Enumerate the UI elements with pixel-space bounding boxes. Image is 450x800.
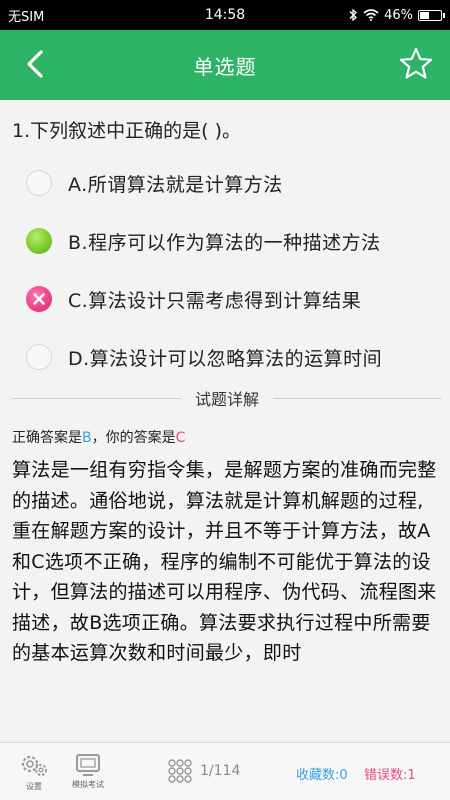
exam-icon [76, 754, 100, 776]
explanation-heading: 试题详解 [195, 390, 260, 409]
exam-button[interactable]: 模拟考试 [64, 753, 112, 790]
your-answer-value: C [175, 430, 186, 446]
wrong-answer-icon [26, 286, 52, 312]
bottom-toolbar: 设置 模拟考试 1/114 收藏数:0 错误数:1 [0, 742, 450, 800]
option-label: D.算法设计可以忽略算法的运算时间 [68, 347, 383, 370]
correct-answer-prefix: 正确答案是 [12, 430, 82, 446]
answer-summary: 正确答案是B，你的答案是C [12, 427, 185, 447]
option-label: C.算法设计只需考虑得到计算结果 [68, 289, 362, 312]
radio-unselected-icon [26, 170, 52, 196]
errors-count[interactable]: 错误数:1 [364, 764, 416, 783]
settings-button[interactable]: 设置 [16, 753, 52, 792]
option-label: A.所谓算法就是计算方法 [68, 173, 283, 196]
your-answer-prefix: 你的答案是 [105, 430, 176, 446]
explanation-text: 算法是一组有穷指令集，是解题方案的准确而完整的描述。通俗地说，算法就是计算机解题… [12, 459, 437, 664]
option-a[interactable]: A.所谓算法就是计算方法 [26, 163, 446, 203]
favorites-count[interactable]: 收藏数:0 [296, 764, 348, 783]
battery-icon [418, 9, 445, 21]
star-outline-icon[interactable] [398, 46, 434, 82]
explanation-divider: 试题详解 [12, 386, 443, 410]
grid-icon [168, 759, 192, 783]
clock: 14:58 [204, 7, 246, 23]
battery-percent: 46% [384, 7, 413, 23]
carrier-label: 无SIM [8, 9, 45, 25]
question-navigator[interactable]: 1/114 [168, 759, 240, 783]
wifi-icon [363, 9, 379, 21]
app-header: 单选题 [0, 30, 450, 100]
page-title: 单选题 [193, 54, 257, 79]
bluetooth-icon [349, 8, 358, 22]
option-c[interactable]: C.算法设计只需考虑得到计算结果 [26, 279, 446, 319]
gear-icon [21, 755, 47, 776]
radio-unselected-icon [26, 344, 52, 370]
progress-counter: 1/114 [200, 763, 241, 779]
question-content: 1.下列叙述中正确的是( )。 A.所谓算法就是计算方法 B.程序可以作为算法的… [0, 100, 450, 742]
question-text: 1.下列叙述中正确的是( )。 [12, 120, 241, 142]
correct-answer-icon [26, 228, 52, 254]
exam-label: 模拟考试 [72, 780, 104, 789]
correct-answer-value: B [82, 430, 92, 446]
status-bar: 无SIM 14:58 46% [0, 0, 450, 30]
option-d[interactable]: D.算法设计可以忽略算法的运算时间 [26, 337, 446, 377]
option-label: B.程序可以作为算法的一种描述方法 [68, 231, 381, 254]
option-b[interactable]: B.程序可以作为算法的一种描述方法 [26, 221, 446, 261]
settings-label: 设置 [26, 782, 42, 791]
answer-separator: ， [91, 430, 106, 446]
chevron-left-icon[interactable] [20, 48, 52, 80]
battery-fill [420, 11, 430, 19]
